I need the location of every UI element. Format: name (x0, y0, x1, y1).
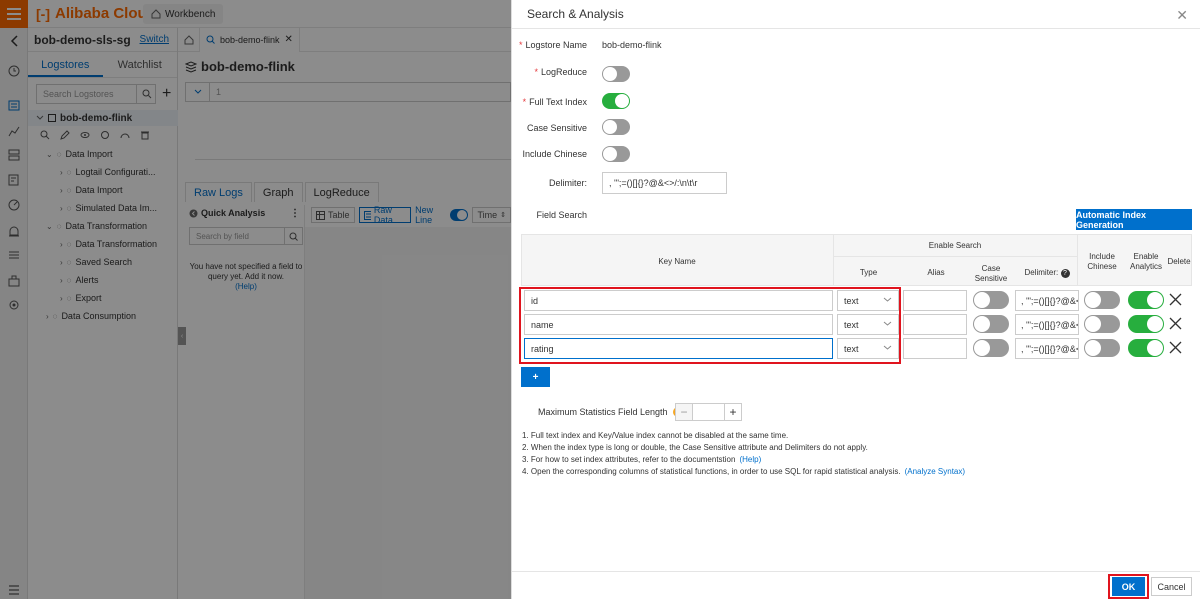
enable-analytics-toggle[interactable] (1128, 291, 1164, 309)
divider (512, 28, 1200, 29)
note-text: 2. When the index type is long or double… (522, 443, 868, 452)
delimiter-input[interactable]: , '";=()[]{}?@&< (1015, 314, 1079, 335)
logreduce-toggle[interactable] (602, 66, 630, 82)
note-item: 1. Full text index and Key/Value index c… (522, 431, 788, 440)
enable-analytics-toggle[interactable] (1128, 339, 1164, 357)
delimiter-header-text: Delimiter: (1024, 268, 1059, 277)
alias-header: Alias (927, 268, 945, 277)
drawer-title: Search & Analysis (527, 7, 624, 21)
alias-input[interactable] (903, 338, 967, 359)
delimiter-input[interactable]: , '";=()[]{}?@&< (1015, 290, 1079, 311)
logstore-name-value: bob-demo-flink (602, 40, 662, 50)
enable-analytics-header: Enable Analytics (1129, 252, 1162, 271)
search-analysis-drawer: Search & Analysis ✕ * Logstore Name bob-d… (511, 0, 1200, 599)
fulltext-label-text: Full Text Index (529, 97, 587, 107)
case-sensitive-toggle[interactable] (602, 119, 630, 135)
decrement-button[interactable]: − (676, 404, 693, 420)
logreduce-label: * LogReduce (534, 67, 587, 77)
include-chinese-toggle[interactable] (602, 146, 630, 162)
enable-analytics-toggle[interactable] (1128, 315, 1164, 333)
modal-overlay[interactable] (0, 0, 511, 599)
type-header: Type (859, 268, 878, 277)
note-link[interactable]: (Help) (739, 455, 761, 464)
include-chinese-toggle[interactable] (1084, 339, 1120, 357)
max-stat-label: Maximum Statistics Field Length (538, 407, 668, 417)
note-item: 4. Open the corresponding columns of sta… (522, 467, 965, 476)
include-chinese-toggle[interactable] (1084, 315, 1120, 333)
close-icon[interactable]: ✕ (1176, 7, 1188, 24)
case-sensitive-toggle[interactable] (973, 315, 1009, 333)
enable-search-header: Enable Search (928, 241, 982, 250)
logstore-name-label-text: Logstore Name (525, 40, 587, 50)
cancel-button[interactable]: Cancel (1151, 577, 1192, 596)
delete-header: Delete (1167, 257, 1191, 266)
fulltext-toggle[interactable] (602, 93, 630, 109)
note-text: 3. For how to set index attributes, refe… (522, 455, 736, 464)
note-text: 1. Full text index and Key/Value index c… (522, 431, 789, 440)
note-item: 3. For how to set index attributes, refe… (522, 455, 761, 464)
case-sensitive-header: Case Sensitive (974, 264, 1008, 283)
max-stat-stepper[interactable]: − + (675, 403, 742, 421)
case-sensitive-label: Case Sensitive (526, 123, 587, 133)
ok-button[interactable]: OK (1112, 577, 1145, 596)
note-item: 2. When the index type is long or double… (522, 443, 868, 452)
alias-input[interactable] (903, 290, 967, 311)
highlight-box (519, 287, 901, 364)
add-field-button[interactable]: + (521, 367, 550, 387)
drawer-footer (512, 571, 1200, 572)
key-name-header: Key Name (658, 257, 696, 266)
field-search-label: Field Search (536, 210, 587, 220)
fulltext-label: * Full Text Index (522, 97, 587, 107)
delimiter-input[interactable]: , '";=()[]{}?@&< (1015, 338, 1079, 359)
delimiter-label: Delimiter: (548, 178, 587, 188)
include-chinese-label: Include Chinese (522, 149, 587, 159)
header-divider (1077, 234, 1078, 286)
delete-icon[interactable] (1169, 293, 1183, 307)
alias-input[interactable] (903, 314, 967, 335)
include-chinese-header: Include Chinese (1087, 252, 1117, 271)
note-link[interactable]: (Analyze Syntax) (905, 467, 965, 476)
header-divider (833, 256, 1077, 257)
delimiter-input[interactable]: , '";=()[]{}?@&<>/:\n\t\r (602, 172, 727, 194)
max-stat-input[interactable] (693, 404, 724, 420)
logstore-name-label: * Logstore Name (518, 40, 587, 50)
delete-icon[interactable] (1169, 317, 1183, 331)
auto-index-button[interactable]: Automatic Index Generation (1076, 209, 1192, 230)
case-sensitive-toggle[interactable] (973, 291, 1009, 309)
help-icon[interactable]: ? (1060, 269, 1070, 278)
max-stat-field: Maximum Statistics Field Length ! (538, 407, 683, 417)
logreduce-label-text: LogReduce (540, 67, 587, 77)
note-text: 4. Open the corresponding columns of sta… (522, 467, 901, 476)
case-sensitive-toggle[interactable] (973, 339, 1009, 357)
delete-icon[interactable] (1169, 341, 1183, 355)
include-chinese-toggle[interactable] (1084, 291, 1120, 309)
delimiter-header: Delimiter: ? (1017, 268, 1077, 278)
increment-button[interactable]: + (724, 404, 741, 420)
